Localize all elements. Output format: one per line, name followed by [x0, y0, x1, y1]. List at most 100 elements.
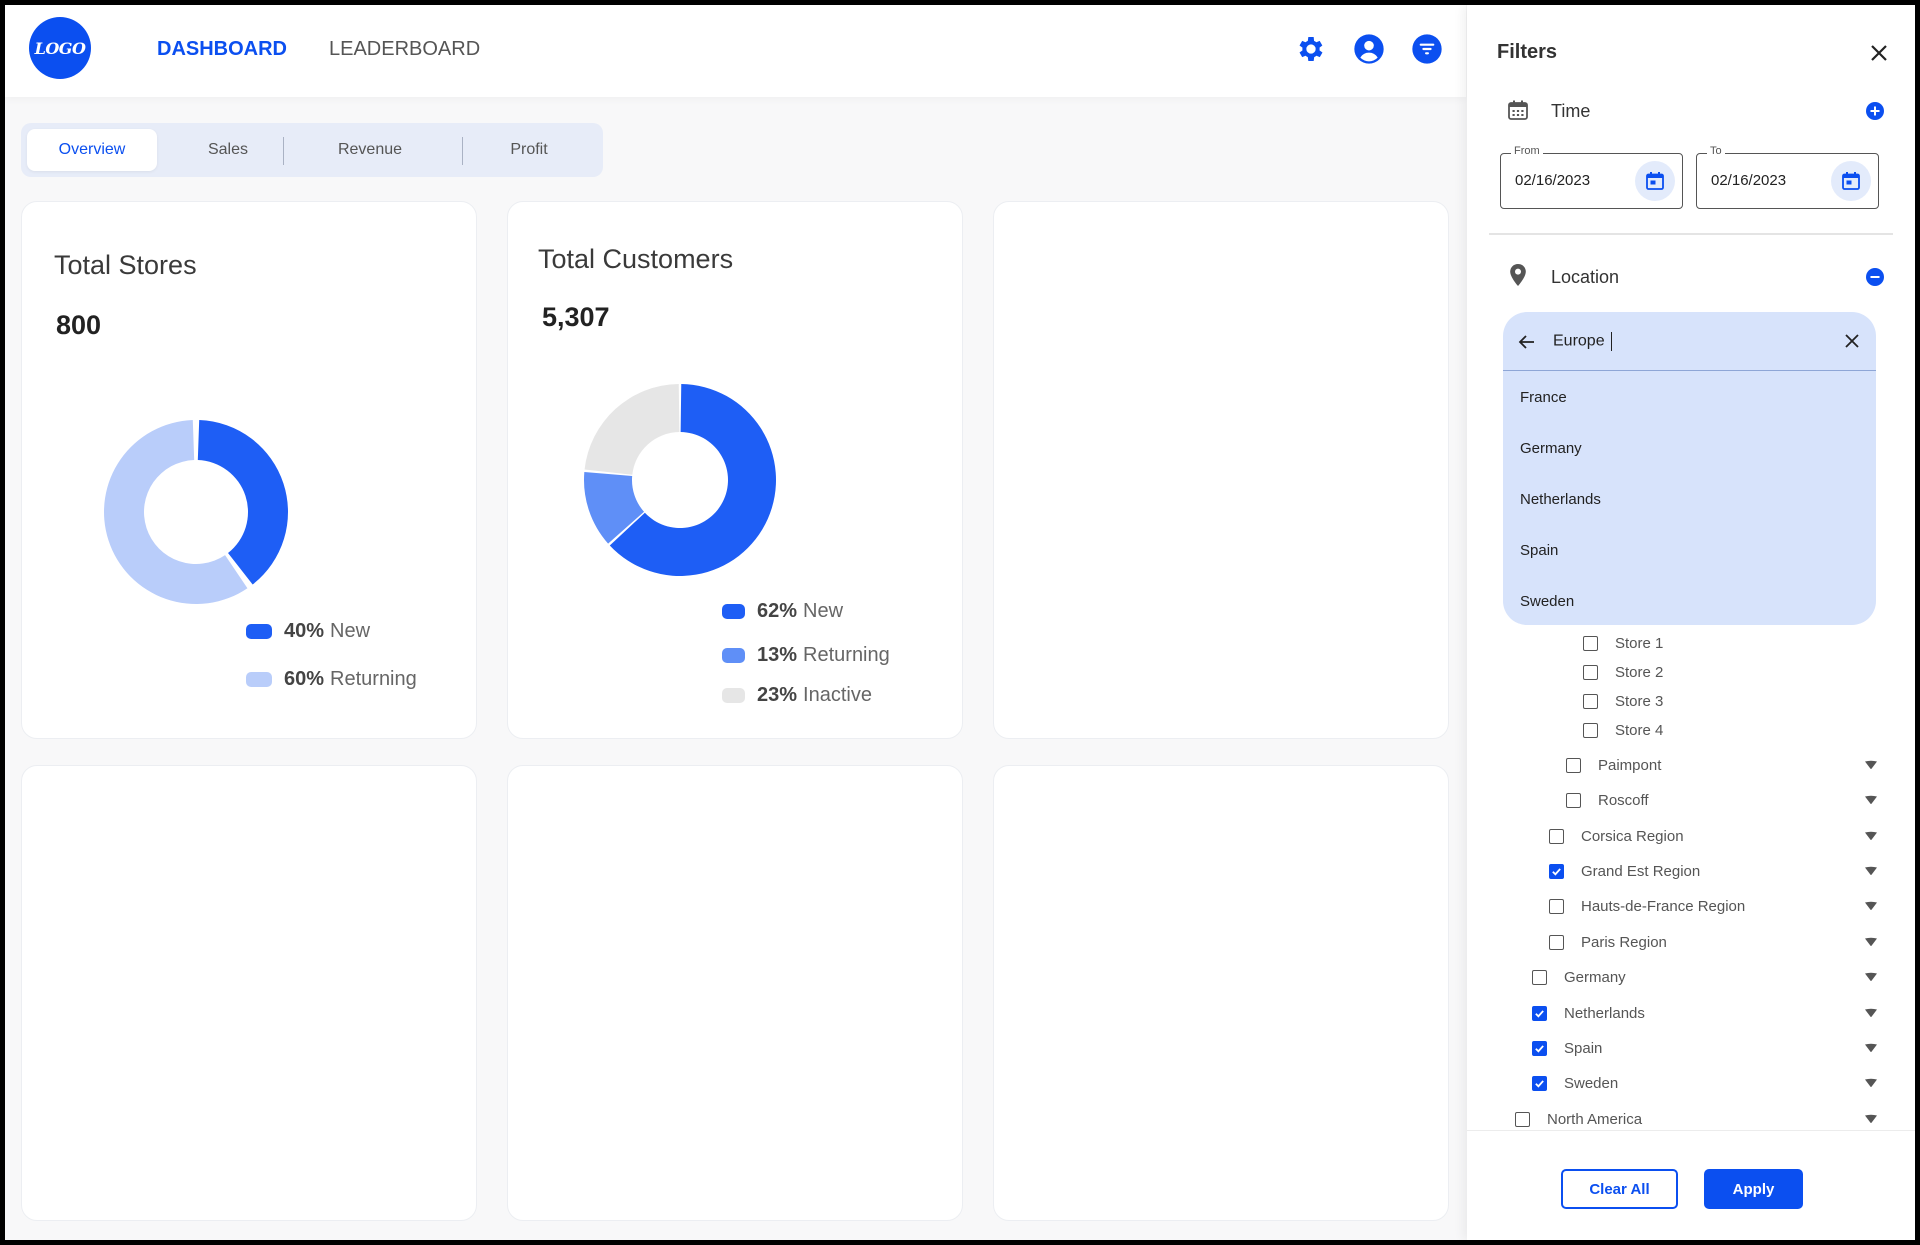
- expand-caret-icon[interactable]: [1863, 757, 1879, 773]
- to-date-value[interactable]: 02/16/2023: [1711, 172, 1786, 189]
- checkbox[interactable]: [1583, 635, 1598, 651]
- tree-item-germany[interactable]: Germany: [1532, 965, 1626, 989]
- tab-revenue[interactable]: Revenue: [285, 129, 455, 171]
- checkbox[interactable]: [1583, 722, 1598, 738]
- calendar-picker-icon[interactable]: [1831, 161, 1871, 201]
- back-arrow-icon[interactable]: [1517, 332, 1537, 357]
- checkbox[interactable]: [1583, 664, 1598, 680]
- tab-overview[interactable]: Overview: [27, 129, 157, 171]
- user-account-icon[interactable]: [1351, 31, 1387, 67]
- dropdown-option-france[interactable]: France: [1520, 389, 1567, 406]
- section-divider: [1489, 233, 1893, 235]
- dropdown-option-germany[interactable]: Germany: [1520, 440, 1582, 457]
- calendar-icon: [1507, 99, 1529, 126]
- tree-item-paris-region[interactable]: Paris Region: [1549, 930, 1667, 954]
- dropdown-option-netherlands[interactable]: Netherlands: [1520, 491, 1601, 508]
- expand-plus-icon[interactable]: [1865, 101, 1885, 126]
- legend-label: Returning: [803, 644, 890, 666]
- filter-icon[interactable]: [1409, 31, 1445, 67]
- location-pin-icon: [1508, 263, 1528, 292]
- dropdown-option-spain[interactable]: Spain: [1520, 542, 1558, 559]
- apply-button[interactable]: Apply: [1704, 1169, 1803, 1209]
- tree-item-north-america[interactable]: North America: [1515, 1107, 1642, 1131]
- filters-panel: Filters Time From 02/16/2023 To 02/16/20…: [1467, 5, 1915, 1240]
- location-search-value: Europe: [1553, 332, 1605, 350]
- collapse-minus-icon[interactable]: [1865, 267, 1885, 292]
- expand-caret-icon[interactable]: [1863, 1040, 1879, 1056]
- card-empty: [21, 765, 477, 1221]
- legend-percent: 62%: [757, 600, 798, 622]
- tree-item-label: Paris Region: [1581, 933, 1667, 951]
- checkbox[interactable]: [1583, 693, 1598, 709]
- legend-percent: 60%: [284, 668, 325, 690]
- tree-item-label: Store 2: [1615, 663, 1664, 681]
- to-date-field[interactable]: To 02/16/2023: [1696, 145, 1879, 209]
- tree-item-label: Sweden: [1564, 1074, 1619, 1092]
- legend-label: Returning: [330, 668, 417, 690]
- tab-sales[interactable]: Sales: [161, 129, 295, 171]
- gear-icon[interactable]: [1293, 31, 1329, 67]
- card-title: Total Stores: [54, 250, 197, 280]
- checkbox[interactable]: [1566, 792, 1581, 808]
- checkbox-checked[interactable]: [1532, 1040, 1547, 1056]
- legend-percent: 23%: [757, 684, 798, 706]
- tree-item-label: Spain: [1564, 1039, 1603, 1057]
- tree-item-grand-est-region[interactable]: Grand Est Region: [1549, 859, 1700, 883]
- top-header: LOGO DASHBOARD LEADERBOARD: [5, 5, 1466, 97]
- legend-swatch: [722, 648, 745, 663]
- tree-item-paimpont[interactable]: Paimpont: [1566, 753, 1661, 777]
- tree-item-store-2[interactable]: Store 2: [1583, 660, 1663, 684]
- close-icon[interactable]: [1867, 41, 1891, 65]
- tree-item-store-3[interactable]: Store 3: [1583, 689, 1663, 713]
- tree-item-roscoff[interactable]: Roscoff: [1566, 788, 1649, 812]
- checkbox-checked[interactable]: [1549, 863, 1564, 879]
- tree-item-label: Germany: [1564, 968, 1626, 986]
- expand-caret-icon[interactable]: [1863, 863, 1879, 879]
- tree-item-store-1[interactable]: Store 1: [1583, 631, 1663, 655]
- expand-caret-icon[interactable]: [1863, 792, 1879, 808]
- checkbox[interactable]: [1566, 757, 1581, 773]
- checkbox-checked[interactable]: [1532, 1005, 1547, 1021]
- nav-dashboard[interactable]: DASHBOARD: [157, 38, 287, 61]
- legend-label: New: [803, 600, 844, 622]
- tab-bar: Overview Sales Revenue Profit: [21, 123, 603, 177]
- donut-chart-customers: [584, 384, 776, 576]
- checkbox[interactable]: [1532, 969, 1547, 985]
- from-date-field[interactable]: From 02/16/2023: [1500, 145, 1683, 209]
- expand-caret-icon[interactable]: [1863, 828, 1879, 844]
- legend-item: 23% Inactive: [722, 684, 872, 707]
- tree-item-store-4[interactable]: Store 4: [1583, 718, 1663, 742]
- expand-caret-icon[interactable]: [1863, 1005, 1879, 1021]
- panel-footer: Clear All Apply: [1467, 1130, 1915, 1240]
- calendar-picker-icon[interactable]: [1635, 161, 1675, 201]
- location-search-input[interactable]: Europe: [1553, 332, 1612, 351]
- tree-item-sweden[interactable]: Sweden: [1532, 1071, 1618, 1095]
- checkbox[interactable]: [1515, 1111, 1530, 1127]
- tree-item-spain[interactable]: Spain: [1532, 1036, 1602, 1060]
- expand-caret-icon[interactable]: [1863, 969, 1879, 985]
- tree-item-corsica-region[interactable]: Corsica Region: [1549, 824, 1684, 848]
- clear-all-button[interactable]: Clear All: [1561, 1169, 1678, 1209]
- tab-profit[interactable]: Profit: [464, 129, 594, 171]
- nav-leaderboard[interactable]: LEADERBOARD: [329, 38, 480, 61]
- tree-item-hauts-de-france-region[interactable]: Hauts-de-France Region: [1549, 894, 1745, 918]
- checkbox-checked[interactable]: [1532, 1075, 1547, 1091]
- tree-item-label: Hauts-de-France Region: [1581, 897, 1746, 915]
- checkbox[interactable]: [1549, 934, 1564, 950]
- dropdown-option-sweden[interactable]: Sweden: [1520, 593, 1574, 610]
- expand-caret-icon[interactable]: [1863, 934, 1879, 950]
- logo[interactable]: LOGO: [29, 17, 91, 79]
- legend-label: New: [330, 620, 371, 642]
- legend-item: 40% New: [246, 620, 370, 643]
- clear-search-icon[interactable]: [1843, 332, 1861, 355]
- expand-caret-icon[interactable]: [1863, 1075, 1879, 1091]
- from-date-value[interactable]: 02/16/2023: [1515, 172, 1590, 189]
- expand-caret-icon[interactable]: [1863, 1111, 1879, 1127]
- checkbox[interactable]: [1549, 898, 1564, 914]
- expand-caret-icon[interactable]: [1863, 898, 1879, 914]
- legend-item: 60% Returning: [246, 668, 417, 691]
- location-section-label: Location: [1551, 267, 1620, 287]
- tree-item-netherlands[interactable]: Netherlands: [1532, 1001, 1645, 1025]
- checkbox[interactable]: [1549, 828, 1564, 844]
- legend-swatch: [246, 672, 272, 687]
